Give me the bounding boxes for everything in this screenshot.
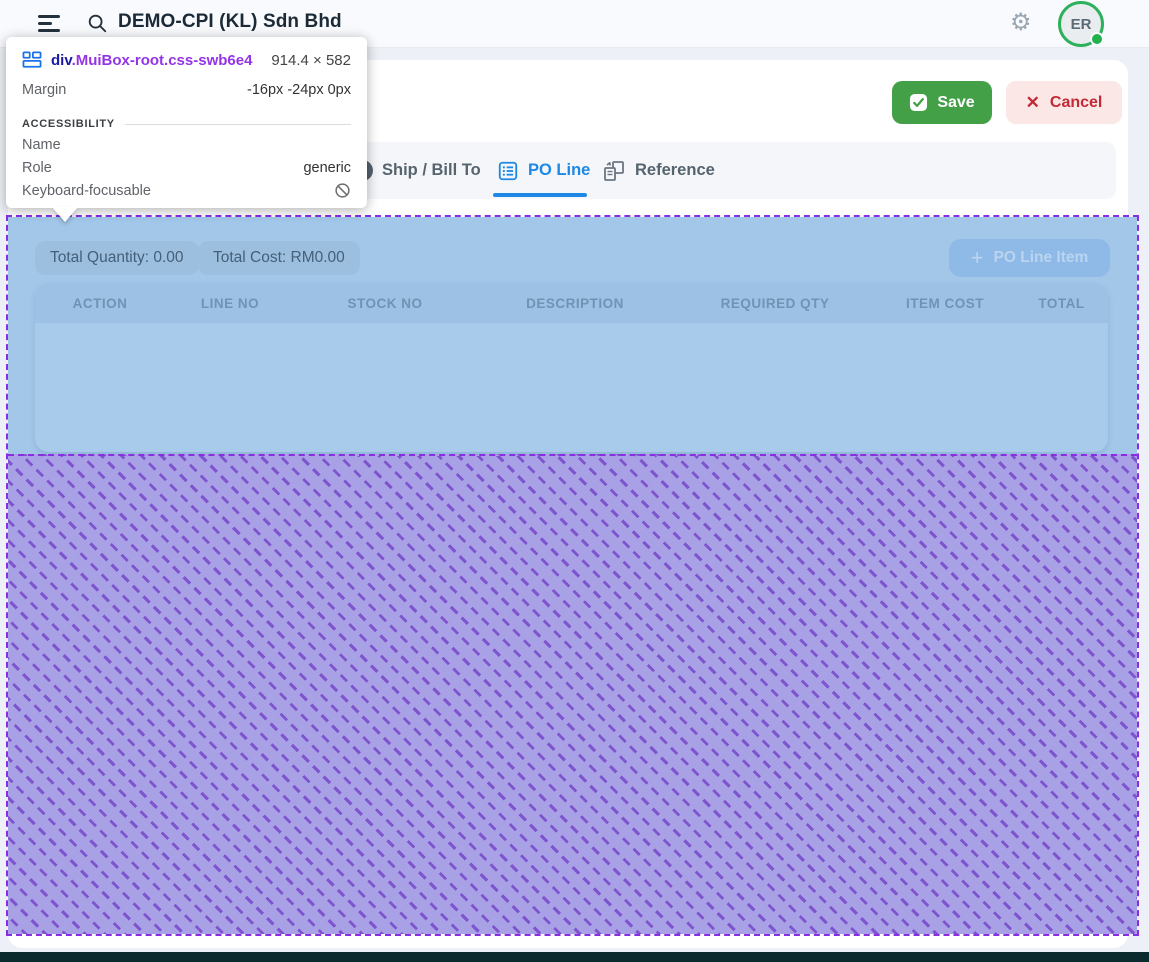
highlight-content-zone: Total Quantity: 0.00 Total Cost: RM0.00 … bbox=[8, 217, 1137, 454]
search-icon[interactable] bbox=[86, 12, 108, 34]
margin-value: -16px -24px 0px bbox=[247, 82, 351, 98]
save-label: Save bbox=[937, 94, 974, 112]
tab-ship-bill-to[interactable]: Ship / Bill To bbox=[352, 142, 481, 199]
close-icon: ✕ bbox=[1026, 93, 1040, 113]
inspected-dimensions: 914.4 × 582 bbox=[271, 52, 351, 69]
column-header: ACTION bbox=[35, 296, 165, 311]
menu-icon[interactable] bbox=[38, 15, 60, 33]
avatar[interactable]: ER bbox=[1058, 1, 1104, 47]
check-icon bbox=[909, 93, 928, 112]
highlight-margin-zone bbox=[8, 454, 1137, 934]
list-icon bbox=[497, 160, 519, 182]
accessibility-section-title: ACCESSIBILITY bbox=[22, 118, 115, 130]
po-line-table: ACTION LINE NO STOCK NO DESCRIPTION REQU… bbox=[35, 283, 1108, 452]
a11y-role-label: Role bbox=[22, 160, 52, 176]
avatar-initials: ER bbox=[1071, 16, 1092, 33]
inspected-selector: div.MuiBox-root.css-swb6e4 bbox=[51, 52, 252, 69]
company-title: DEMO-CPI (KL) Sdn Bhd bbox=[118, 11, 342, 33]
total-quantity-chip: Total Quantity: 0.00 bbox=[35, 241, 199, 275]
cancel-button[interactable]: ✕ Cancel bbox=[1006, 81, 1122, 124]
add-po-line-item-label: PO Line Item bbox=[994, 249, 1089, 267]
add-po-line-item-button[interactable]: + PO Line Item bbox=[949, 239, 1110, 277]
online-status-dot bbox=[1090, 32, 1104, 46]
cancel-label: Cancel bbox=[1050, 94, 1102, 112]
tab-label: Ship / Bill To bbox=[382, 161, 481, 180]
column-header: TOTAL bbox=[1015, 296, 1108, 311]
tab-label: PO Line bbox=[528, 161, 590, 180]
column-header: STOCK NO bbox=[295, 296, 475, 311]
a11y-role-value: generic bbox=[303, 160, 351, 176]
a11y-name-label: Name bbox=[22, 137, 61, 153]
column-header: ITEM COST bbox=[875, 296, 1015, 311]
save-button[interactable]: Save bbox=[892, 81, 992, 124]
tooltip-pointer bbox=[52, 207, 78, 222]
devtools-panel-edge bbox=[0, 952, 1149, 962]
settings-gear-icon[interactable]: ⚙ bbox=[1010, 8, 1032, 37]
margin-label: Margin bbox=[22, 82, 66, 98]
devtools-highlight-overlay: Total Quantity: 0.00 Total Cost: RM0.00 … bbox=[6, 215, 1139, 936]
active-tab-indicator bbox=[493, 193, 587, 197]
tab-po-line[interactable]: PO Line bbox=[497, 142, 590, 199]
column-header: REQUIRED QTY bbox=[675, 296, 875, 311]
layout-grid-icon bbox=[22, 51, 42, 69]
po-line-table-header-row: ACTION LINE NO STOCK NO DESCRIPTION REQU… bbox=[35, 283, 1108, 323]
tab-reference[interactable]: Reference bbox=[602, 142, 715, 199]
a11y-keyboard-label: Keyboard-focusable bbox=[22, 183, 151, 199]
column-header: DESCRIPTION bbox=[475, 296, 675, 311]
total-cost-chip: Total Cost: RM0.00 bbox=[198, 241, 360, 275]
not-focusable-icon bbox=[334, 182, 351, 199]
devtools-element-tooltip: div.MuiBox-root.css-swb6e4 914.4 × 582 M… bbox=[6, 37, 367, 208]
tab-label: Reference bbox=[635, 161, 715, 180]
plus-icon: + bbox=[971, 247, 984, 269]
reference-docs-icon bbox=[602, 159, 626, 183]
section-divider bbox=[125, 124, 351, 125]
column-header: LINE NO bbox=[165, 296, 295, 311]
